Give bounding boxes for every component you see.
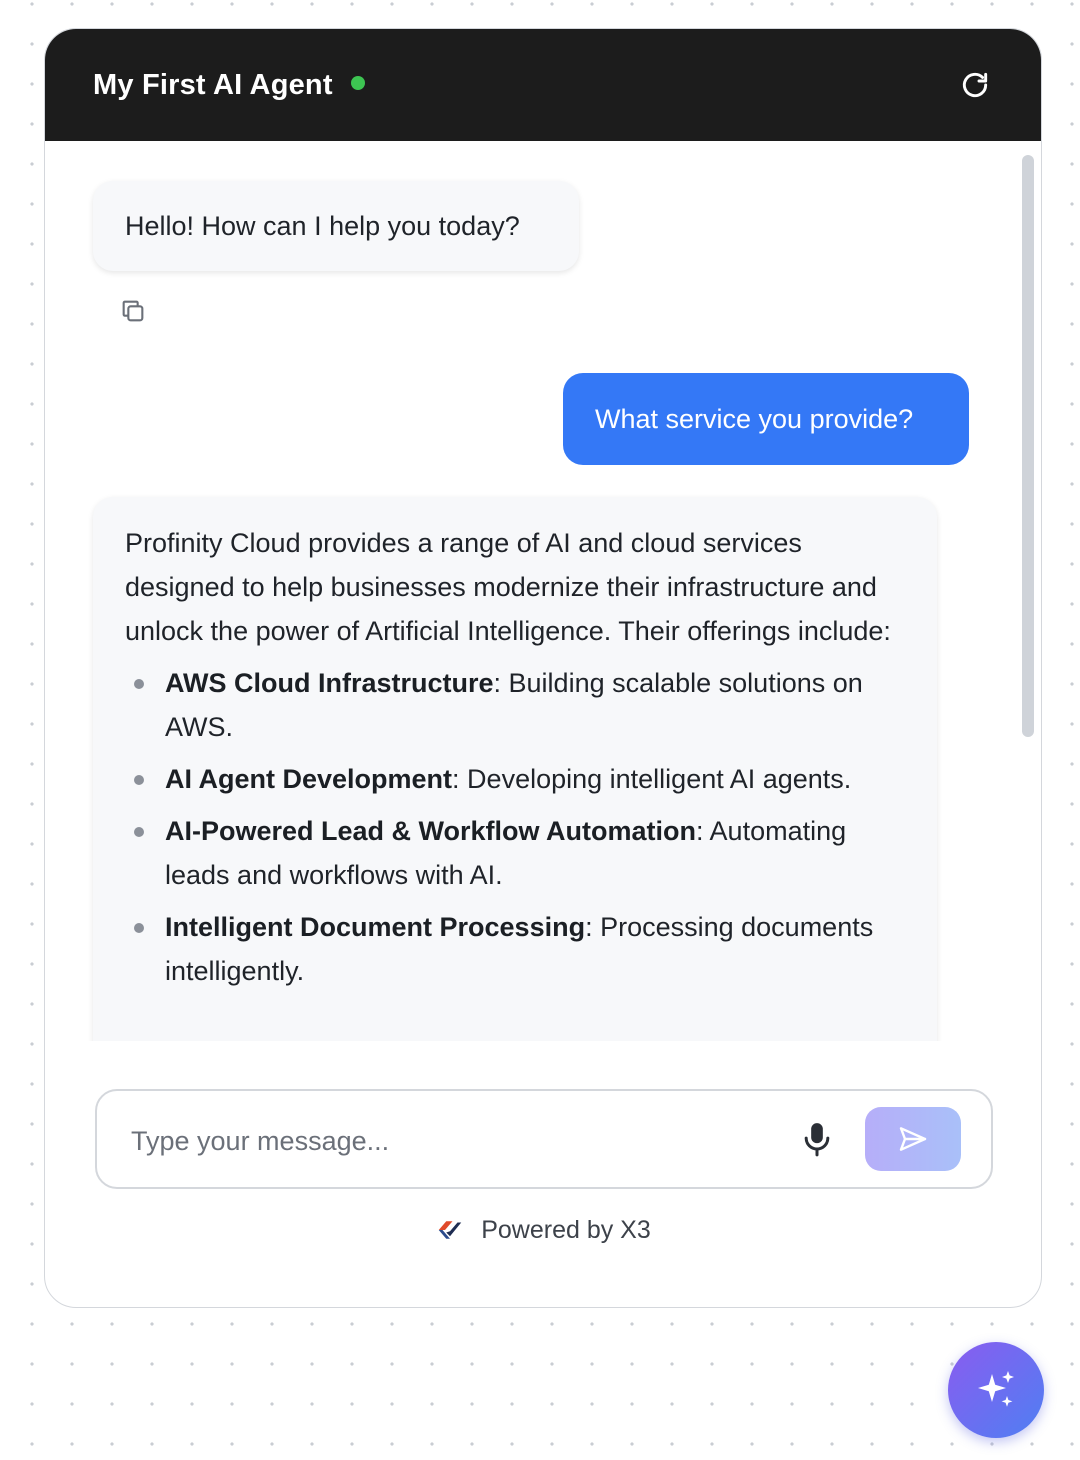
microphone-button[interactable]	[797, 1119, 837, 1159]
online-status-indicator	[350, 76, 365, 90]
send-icon	[899, 1127, 927, 1151]
copy-message-button[interactable]	[119, 297, 147, 325]
message-text: What service you provide?	[595, 404, 914, 434]
bot-message-greeting: Hello! How can I help you today?	[93, 181, 579, 271]
copy-icon	[122, 300, 144, 322]
chat-widget: My First AI Agent Hello! How can I help …	[44, 28, 1042, 1308]
service-list: AWS Cloud Infrastructure: Building scala…	[125, 661, 905, 993]
x3-logo-icon	[438, 1221, 462, 1239]
scrollbar[interactable]	[1019, 151, 1035, 1031]
service-list-item: AI Agent Development: Developing intelli…	[125, 757, 905, 801]
service-list-item: AI-Powered Lead & Workflow Automation: A…	[125, 809, 905, 897]
message-composer	[95, 1089, 993, 1189]
bullet	[134, 827, 144, 837]
refresh-icon	[962, 72, 988, 98]
send-button[interactable]	[865, 1107, 961, 1171]
service-list-item: AWS Cloud Infrastructure: Building scala…	[125, 661, 905, 749]
service-name: AWS Cloud Infrastructure	[165, 668, 494, 698]
service-name: AI-Powered Lead & Workflow Automation	[165, 816, 697, 846]
service-description: : Developing intelligent AI agents.	[452, 764, 852, 794]
powered-by-text: Powered by X3	[481, 1215, 651, 1244]
chat-header: My First AI Agent	[45, 29, 1041, 141]
bullet	[134, 923, 144, 933]
message-list[interactable]: Hello! How can I help you today? What se…	[45, 141, 1041, 1041]
service-list-item: Intelligent Document Processing: Process…	[125, 905, 905, 993]
agent-title: My First AI Agent	[93, 68, 333, 101]
message-text: Hello! How can I help you today?	[125, 211, 520, 241]
refresh-button[interactable]	[957, 67, 993, 103]
service-name: AI Agent Development	[165, 764, 453, 794]
scrollbar-thumb[interactable]	[1022, 155, 1034, 737]
sparkles-icon	[978, 1371, 1014, 1407]
service-name: Intelligent Document Processing	[165, 912, 586, 942]
bullet	[134, 679, 144, 689]
powered-by-footer: Powered by X3	[45, 1215, 1041, 1245]
user-message: What service you provide?	[563, 373, 969, 465]
answer-intro: Profinity Cloud provides a range of AI a…	[125, 528, 891, 646]
bullet	[134, 775, 144, 785]
microphone-icon	[804, 1123, 830, 1157]
chat-launcher-button[interactable]	[948, 1342, 1044, 1438]
bot-message-answer: Profinity Cloud provides a range of AI a…	[93, 497, 937, 1041]
message-input[interactable]	[129, 1115, 773, 1167]
